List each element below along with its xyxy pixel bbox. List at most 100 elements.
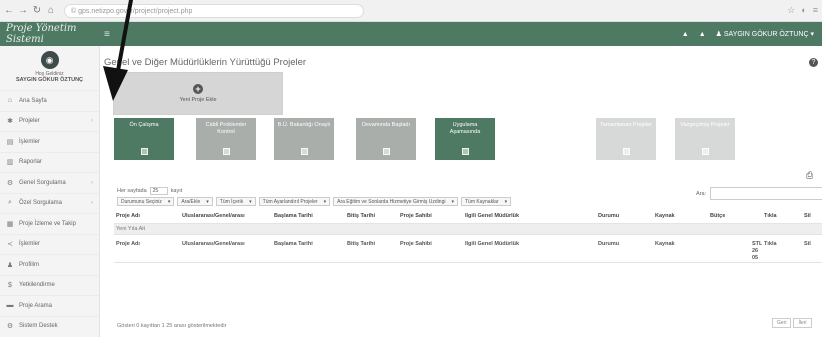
column-header-label: Başlama Tarihi <box>274 213 313 219</box>
puzzle-icon: ✱ <box>7 118 13 126</box>
sidebar-item[interactable]: ⚙ Genel Sorgulama ‹ <box>0 172 99 193</box>
status-tile[interactable]: Devamında Başladı <box>356 118 416 160</box>
sidebar-item-label: Projeler <box>19 118 40 125</box>
sidebar-item[interactable]: $ Yetkilendirme <box>0 274 99 296</box>
sidebar-item[interactable]: ⚙ Sistem Destek <box>0 315 99 337</box>
gear-icon: ⚙ <box>6 323 14 331</box>
column-header[interactable]: Kaynak <box>655 213 675 219</box>
user-menu[interactable]: ♟ SAYGIN GÖKUR ÖZTUNÇ ▾ <box>716 30 814 38</box>
column-header[interactable]: Sil <box>804 213 811 219</box>
browser-menu-icon[interactable]: ≡ <box>813 5 818 16</box>
group-label: Yeni Yıla Ait <box>116 226 146 232</box>
column-header[interactable]: Uluslararası/Genel/arası <box>182 213 245 219</box>
alert-icon[interactable]: ▲ <box>699 31 706 38</box>
footer-cell: Bitiş Tarihi <box>347 241 376 247</box>
new-project-button[interactable]: + Yeni Proje Ekle <box>113 72 283 115</box>
sidebar-item[interactable]: ⌂ Ana Sayfa <box>0 90 99 111</box>
status-tile[interactable]: Ön Çalışma <box>114 118 174 160</box>
tile-checkbox[interactable] <box>140 148 148 155</box>
tile-checkbox[interactable] <box>622 148 630 155</box>
tile-checkbox[interactable] <box>461 148 469 155</box>
column-header[interactable]: Durumu <box>598 213 619 219</box>
brand-title[interactable]: Proje Yönetim Sistemi <box>0 23 100 45</box>
search-input[interactable] <box>710 187 822 200</box>
footer-cell: Proje Sahibi <box>400 241 432 247</box>
filter-label: Tüm İçerik <box>219 199 244 205</box>
search-label: Ara: <box>696 190 707 197</box>
column-header-label: Uluslararası/Genel/arası <box>182 213 245 219</box>
status-tile[interactable]: Ciddi Problemler Kontrol <box>196 118 256 160</box>
next-page-button[interactable]: İleri <box>793 318 812 328</box>
profile-box: ◉ Hoş Geldiniz SAYGIN GÖKUR ÖZTUNÇ <box>0 46 99 90</box>
status-tile[interactable]: Vazgeçilmiş Projeler <box>675 118 735 160</box>
page-size-select[interactable]: 25 <box>149 187 168 195</box>
column-header[interactable]: İlgili Genel Müdürlük <box>465 213 519 219</box>
filter-select[interactable]: Tüm Ayarlandırıl Projeler ▾ <box>258 197 331 206</box>
column-header-label: Tıkla <box>764 213 777 219</box>
header-right: ▲ ▲ ♟ SAYGIN GÖKUR ÖZTUNÇ ▾ <box>682 30 822 39</box>
tile-checkbox[interactable] <box>382 148 390 155</box>
tile-checkbox[interactable] <box>300 148 308 155</box>
sidebar-username: SAYGIN GÖKUR ÖZTUNÇ <box>15 77 84 83</box>
column-header[interactable]: Proje Sahibi <box>400 213 432 219</box>
chevron-left-icon: ‹ <box>91 179 93 186</box>
column-header[interactable]: Başlama Tarihi <box>274 213 313 219</box>
chevron-down-icon: ▾ <box>323 199 327 205</box>
filter-select[interactable]: Ara Eğitim ve Sonlarda Hizmetiye Girmiş … <box>333 197 458 206</box>
footer-cell: Tıkla <box>764 241 777 247</box>
forward-icon[interactable]: → <box>18 5 28 16</box>
address-bar[interactable]: © gps.netizpo.gov.tr/project/project.php <box>64 3 364 18</box>
filter-label: Tüm Kaynaklar <box>465 199 499 205</box>
print-icon[interactable]: ⎙ <box>806 170 813 181</box>
sidebar-item[interactable]: ♟ Profilim <box>0 254 99 275</box>
notification-icon[interactable]: ▲ <box>682 31 689 38</box>
app-header: Proje Yönetim Sistemi ≡ ▲ ▲ ♟ SAYGIN GÖK… <box>0 22 822 46</box>
status-tile[interactable]: Uygulama Aşamasında <box>435 118 495 160</box>
sidebar-item-label: Yetkilendirme <box>19 282 55 289</box>
chevron-down-icon: ▾ <box>167 199 171 205</box>
menu-toggle-icon[interactable]: ≡ <box>104 29 110 40</box>
status-tile[interactable]: Tamamlanan Projeler <box>596 118 656 160</box>
sidebar-item-label: Ana Sayfa <box>19 97 47 104</box>
sidebar: ◉ Hoş Geldiniz SAYGIN GÖKUR ÖZTUNÇ ⌂ Ana… <box>0 46 100 337</box>
budget-line: 26 <box>752 248 759 254</box>
sidebar-item[interactable]: ▤ İşlemler <box>0 131 99 152</box>
column-header-label: Bütçe <box>710 213 726 219</box>
status-tile[interactable]: B.Ü. Bakanlığı Onaylı <box>274 118 334 160</box>
sidebar-item[interactable]: ≺ İşlemler <box>0 233 99 255</box>
tile-checkbox[interactable] <box>222 148 230 155</box>
table-info: Gösteri 0 kayıttan 1 25 arası gösterilme… <box>117 323 227 329</box>
settings-icon: ⚙ <box>6 179 14 187</box>
help-icon[interactable]: ? <box>809 58 818 67</box>
filter-select[interactable]: Ara/Ekle ▾ <box>177 197 213 206</box>
column-header[interactable]: Bitiş Tarihi <box>347 213 375 219</box>
column-header-label: İlgili Genel Müdürlük <box>465 213 520 219</box>
column-header[interactable]: Tıkla <box>764 213 777 219</box>
footer-cell: Sil <box>804 241 811 247</box>
sidebar-item-label: Sistem Destek <box>19 323 58 330</box>
sidebar-item[interactable]: ▦ Proje İzleme ve Takip <box>0 213 99 234</box>
filter-select[interactable]: Tüm Kaynaklar ▾ <box>461 197 512 206</box>
extension-icon[interactable]: ◐ <box>801 5 806 16</box>
column-header[interactable]: Bütçe <box>710 213 725 219</box>
footer-cell: Kaynak <box>655 241 675 247</box>
sidebar-item[interactable]: ⌕ Özel Sorgulama ‹ <box>0 192 99 214</box>
sidebar-item[interactable]: ▥ Raporlar <box>0 151 99 173</box>
back-icon[interactable]: ← <box>4 5 14 16</box>
sidebar-item[interactable]: ▬ Proje Arama <box>0 295 99 316</box>
chevron-down-icon: ▾ <box>504 199 508 205</box>
prev-page-button[interactable]: Geri <box>772 318 792 328</box>
tile-checkbox[interactable] <box>701 148 709 155</box>
sidebar-item[interactable]: ✱ Projeler ‹ <box>0 110 99 132</box>
filter-select[interactable]: Tüm İçerik ▾ <box>215 197 256 206</box>
reload-icon[interactable]: ↻ <box>32 5 42 16</box>
show-label: Her sayfada <box>117 188 147 194</box>
table-header-row: Proje Adı Uluslararası/Genel/arası Başlama… <box>114 208 822 224</box>
sidebar-menu: ⌂ Ana Sayfa ✱ Projeler ‹ ▤ İşlemler ▥ Raporl… <box>0 90 99 336</box>
star-icon[interactable]: ☆ <box>787 5 795 16</box>
browser-toolbar: ← → ↻ ⌂ © gps.netizpo.gov.tr/project/pro… <box>0 0 822 22</box>
column-header[interactable]: Proje Adı <box>116 213 140 219</box>
filter-select[interactable]: Durumunu Seçiniz ▾ <box>117 197 175 206</box>
filter-label: Ara/Ekle <box>181 199 201 205</box>
home-browser-icon[interactable]: ⌂ <box>46 5 56 16</box>
